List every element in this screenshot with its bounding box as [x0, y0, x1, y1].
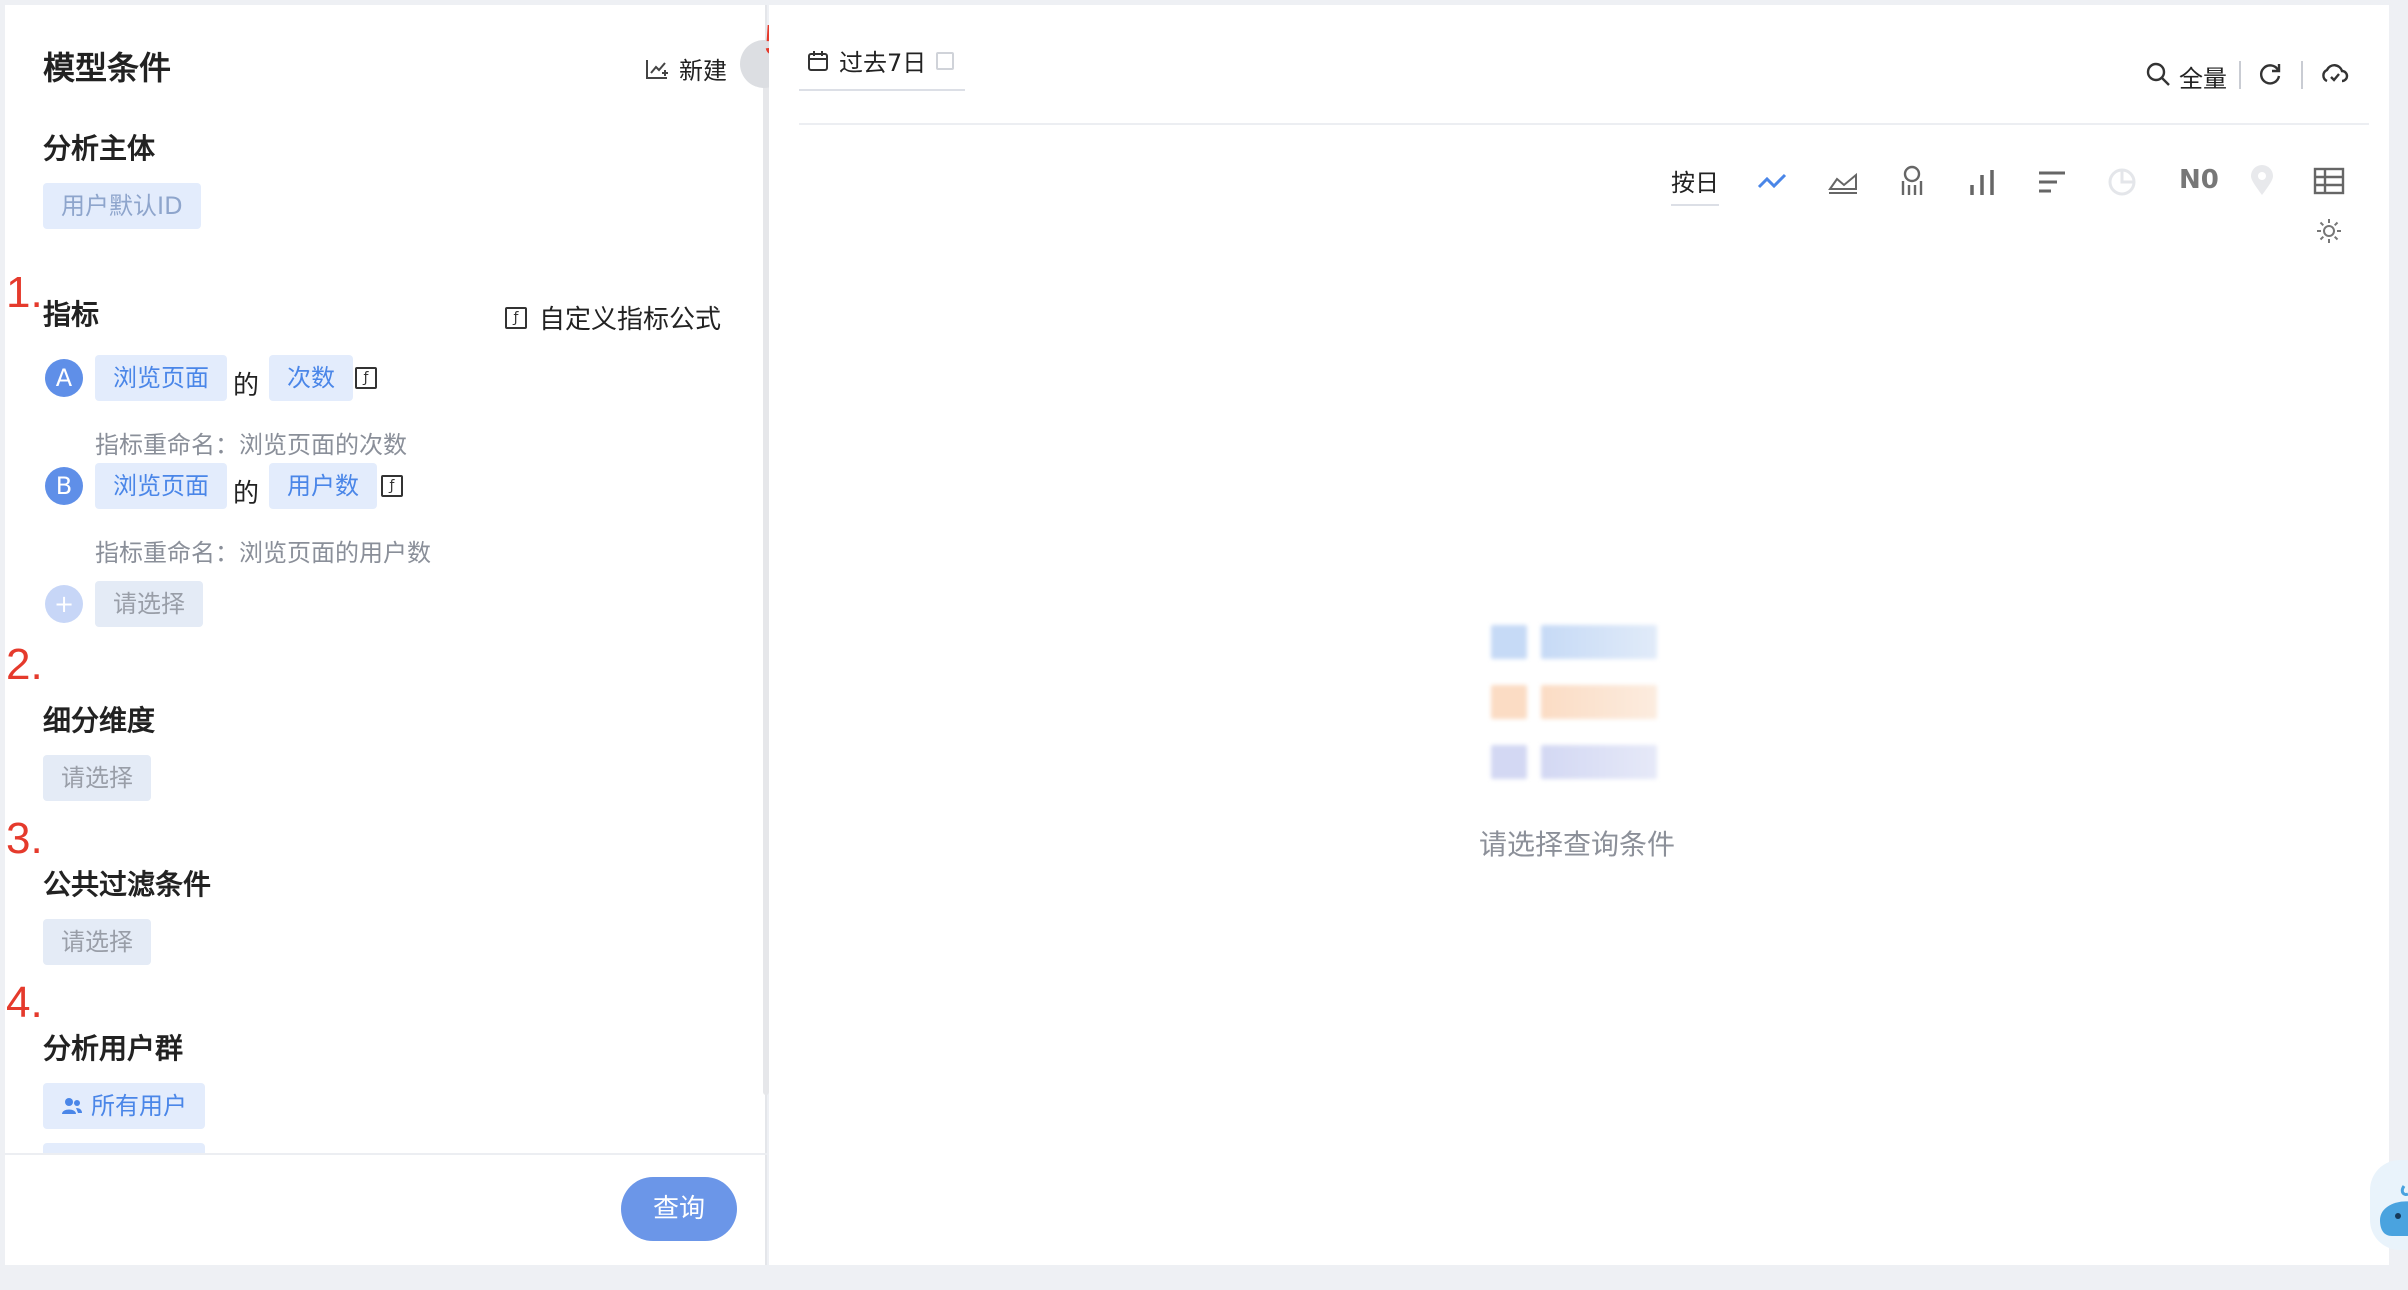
- pie-chart-icon[interactable]: [2107, 167, 2137, 197]
- breakdown-title: 细分维度: [43, 704, 156, 737]
- cloud-download-icon[interactable]: [2319, 61, 2349, 87]
- metric-badge-a: A: [45, 359, 83, 397]
- annotation-4: 4.: [6, 978, 43, 1027]
- scope-label[interactable]: 全量: [2179, 59, 2227, 94]
- refresh-icon[interactable]: [2257, 61, 2283, 87]
- number-icon[interactable]: N0: [2179, 165, 2219, 195]
- toolbar-separator: [2239, 61, 2241, 89]
- search-icon[interactable]: [2145, 61, 2171, 87]
- whale-icon: [2380, 1185, 2408, 1236]
- metric-badge-b: B: [45, 467, 83, 505]
- metric-b-measure-select[interactable]: 用户数: [269, 463, 377, 509]
- panel-title: 模型条件: [43, 49, 172, 87]
- horizontal-bar-icon[interactable]: [2037, 167, 2067, 197]
- annotation-1: 1.: [6, 268, 43, 317]
- map-pin-icon[interactable]: [2249, 165, 2275, 197]
- filter-title: 公共过滤条件: [43, 868, 212, 901]
- breakdown-select[interactable]: 请选择: [43, 755, 151, 801]
- metric-b-formula-icon[interactable]: ƒ: [381, 475, 403, 497]
- footer-divider: [5, 1153, 767, 1155]
- funnel-icon[interactable]: [1897, 165, 1927, 197]
- date-range-picker[interactable]: 过去7日: [799, 33, 965, 91]
- user-group-select[interactable]: 所有用户: [43, 1083, 205, 1129]
- subject-title: 分析主体: [43, 132, 156, 165]
- granularity-select[interactable]: 按日: [1671, 163, 1719, 206]
- empty-state-text: 请选择查询条件: [1479, 828, 1676, 861]
- metric-b-connector: 的: [233, 479, 260, 509]
- metric-b-rename[interactable]: 指标重命名：浏览页面的用户数: [95, 533, 431, 568]
- area-chart-icon[interactable]: [1827, 167, 1859, 197]
- user-group-next-chip[interactable]: [43, 1143, 205, 1153]
- metric-a-measure-select[interactable]: 次数: [269, 355, 353, 401]
- bar-chart-icon[interactable]: [1967, 167, 1997, 197]
- calendar-icon: [808, 50, 828, 71]
- custom-formula-button[interactable]: ƒ 自定义指标公式: [505, 299, 721, 336]
- table-icon[interactable]: [2313, 167, 2345, 195]
- model-conditions-panel: 模型条件 新建 分析主体 用户默认ID 指标 ƒ 自定义指标公式 A 浏览页面 …: [5, 5, 769, 1265]
- conditions-scroll-area: 模型条件 新建 分析主体 用户默认ID 指标 ƒ 自定义指标公式 A 浏览页面 …: [5, 5, 767, 1153]
- user-group-title: 分析用户群: [43, 1032, 184, 1065]
- date-range-label: 过去7日: [839, 49, 927, 77]
- metric-a-connector: 的: [233, 371, 260, 401]
- metric-b-event-select[interactable]: 浏览页面: [95, 463, 227, 509]
- subject-select[interactable]: 用户默认ID: [43, 183, 201, 229]
- toolbar-separator: [2301, 61, 2303, 89]
- assistant-widget[interactable]: [2370, 1160, 2408, 1250]
- custom-formula-label: 自定义指标公式: [539, 305, 722, 335]
- add-metric-select[interactable]: 请选择: [95, 581, 203, 627]
- annotation-2: 2.: [6, 640, 43, 689]
- metrics-title: 指标: [43, 298, 100, 331]
- metric-a-event-select[interactable]: 浏览页面: [95, 355, 227, 401]
- user-group-label: 所有用户: [91, 1092, 187, 1120]
- new-chart-icon: [646, 59, 668, 79]
- compare-icon[interactable]: [936, 51, 955, 70]
- line-chart-icon[interactable]: [1757, 167, 1787, 197]
- filter-select[interactable]: 请选择: [43, 919, 151, 965]
- add-metric-icon[interactable]: +: [45, 585, 83, 623]
- metric-a-formula-icon[interactable]: ƒ: [355, 367, 377, 389]
- metric-a-rename[interactable]: 指标重命名：浏览页面的次数: [95, 425, 407, 460]
- toolbar-divider: [799, 123, 2369, 125]
- settings-gear-icon[interactable]: [2315, 217, 2343, 245]
- results-panel: 过去7日 全量 按日 N0 请选择查询条件: [769, 5, 2389, 1265]
- annotation-3: 3.: [6, 814, 43, 863]
- new-label: 新建: [679, 57, 727, 85]
- formula-icon: ƒ: [505, 306, 527, 329]
- query-button[interactable]: 查询: [621, 1177, 737, 1241]
- users-icon: [62, 1098, 82, 1114]
- new-button[interactable]: 新建: [645, 51, 727, 86]
